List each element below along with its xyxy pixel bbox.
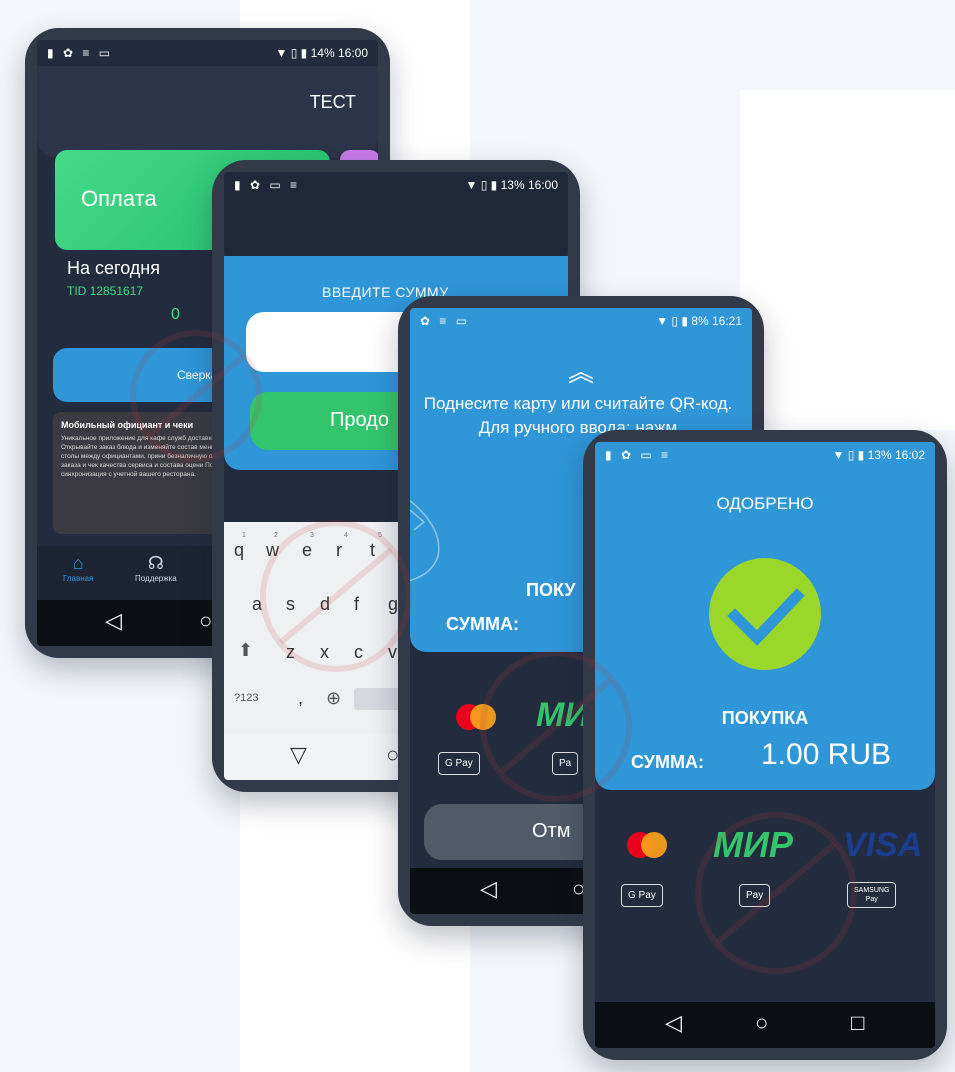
status-bar: ▮ ✿ ▭ ≡ ▼ ▯ ▮ 13% 16:00	[224, 172, 568, 198]
key-q[interactable]: 1q	[234, 532, 246, 561]
tab-support[interactable]: ☊ Поддержка	[135, 552, 177, 583]
purchase-label: ПОКУПКА	[721, 708, 809, 728]
headset-icon: ☊	[147, 553, 164, 573]
back-button[interactable]: ◁	[480, 878, 497, 900]
samsung-pay-bottom: Pay	[865, 896, 878, 903]
status-icons-right: ▼ ▯ ▮ 13% 16:00	[465, 178, 558, 192]
globe-icon[interactable]: ⊕	[326, 688, 341, 709]
status-icons-right: ▼ ▯ ▮ 8% 16:21	[656, 314, 742, 328]
back-button[interactable]: ◁	[105, 610, 122, 632]
amount-value: 1.00 RUB	[761, 738, 892, 771]
pay-tile-label: Оплата	[81, 186, 157, 211]
status-bar: ▮ ✿ ≡ ▭ ▼ ▯ ▮ 14% 16:00	[37, 40, 378, 66]
back-button[interactable]: ◁	[665, 1012, 682, 1034]
comma-key[interactable]: ,	[298, 688, 303, 709]
status-icons-left: ✿ ≡ ▭	[420, 314, 471, 328]
tab-home-label: Главная	[63, 574, 94, 583]
watermark-stamp	[695, 812, 857, 974]
today-count: 0	[171, 306, 180, 323]
header-title: ТЕСТ	[309, 92, 356, 112]
home-icon: ⌂	[72, 553, 84, 573]
chevron-up-icon: ︽	[568, 357, 595, 387]
approved-screen: ▮ ✿ ▭ ≡ ▼ ▯ ▮ 13% 16:02 ОДОБРЕНО ПОКУПКА…	[595, 442, 935, 1048]
status-icons-left: ▮ ✿ ▭ ≡	[605, 448, 671, 462]
watermark-stamp	[480, 650, 632, 802]
approved-label: ОДОБРЕНО	[716, 494, 814, 513]
purchase-label: ПОКУ	[526, 580, 576, 600]
system-nav-bar: ◁ ○ □	[595, 1002, 935, 1048]
status-icons-right: ▼ ▯ ▮ 14% 16:00	[275, 46, 368, 60]
shift-icon[interactable]: ⬆	[238, 640, 253, 661]
contactless-card-icon	[410, 499, 440, 582]
symbols-key[interactable]: ?123	[234, 692, 258, 704]
status-icons-right: ▼ ▯ ▮ 13% 16:02	[832, 448, 925, 462]
check-icon	[709, 558, 821, 670]
back-button[interactable]: ▽	[290, 744, 307, 766]
status-icons-left: ▮ ✿ ≡ ▭	[47, 46, 113, 60]
sum-label: СУММА:	[631, 752, 704, 772]
key-number-hint: 1	[242, 532, 246, 539]
continue-button-label: Продо	[330, 409, 389, 431]
tab-support-label: Поддержка	[135, 574, 177, 583]
status-bar: ✿ ≡ ▭ ▼ ▯ ▮ 8% 16:21	[410, 308, 752, 334]
key-number-hint: 2	[274, 532, 278, 539]
key-label: q	[234, 540, 245, 560]
google-pay-badge: G Pay	[438, 752, 480, 775]
status-bar: ▮ ✿ ▭ ≡ ▼ ▯ ▮ 13% 16:02	[595, 442, 935, 468]
home-button[interactable]: ○	[755, 1012, 768, 1034]
watermark-stamp	[260, 520, 412, 672]
status-icons-left: ▮ ✿ ▭ ≡	[234, 178, 300, 192]
phone-approved: ▮ ✿ ▭ ≡ ▼ ▯ ▮ 13% 16:02 ОДОБРЕНО ПОКУПКА…	[583, 430, 947, 1060]
samsung-pay-top: SAMSUNG	[854, 887, 890, 894]
visa-logo: VISA	[843, 826, 923, 864]
checkmark-icon	[727, 588, 805, 646]
background-white-panel	[740, 90, 955, 430]
cancel-button-label: Отм	[532, 820, 571, 842]
terminal-id: TID 12851617	[67, 284, 144, 298]
google-pay-badge: G Pay	[621, 884, 663, 907]
home-button[interactable]: ○	[199, 610, 212, 632]
tab-home[interactable]: ⌂ Главная	[63, 552, 93, 583]
sum-label: СУММА:	[446, 614, 519, 634]
recent-apps-button[interactable]: □	[851, 1012, 864, 1034]
today-label: На сегодня	[67, 258, 160, 278]
mastercard-icon	[627, 832, 667, 863]
watermark-stamp	[130, 330, 262, 462]
